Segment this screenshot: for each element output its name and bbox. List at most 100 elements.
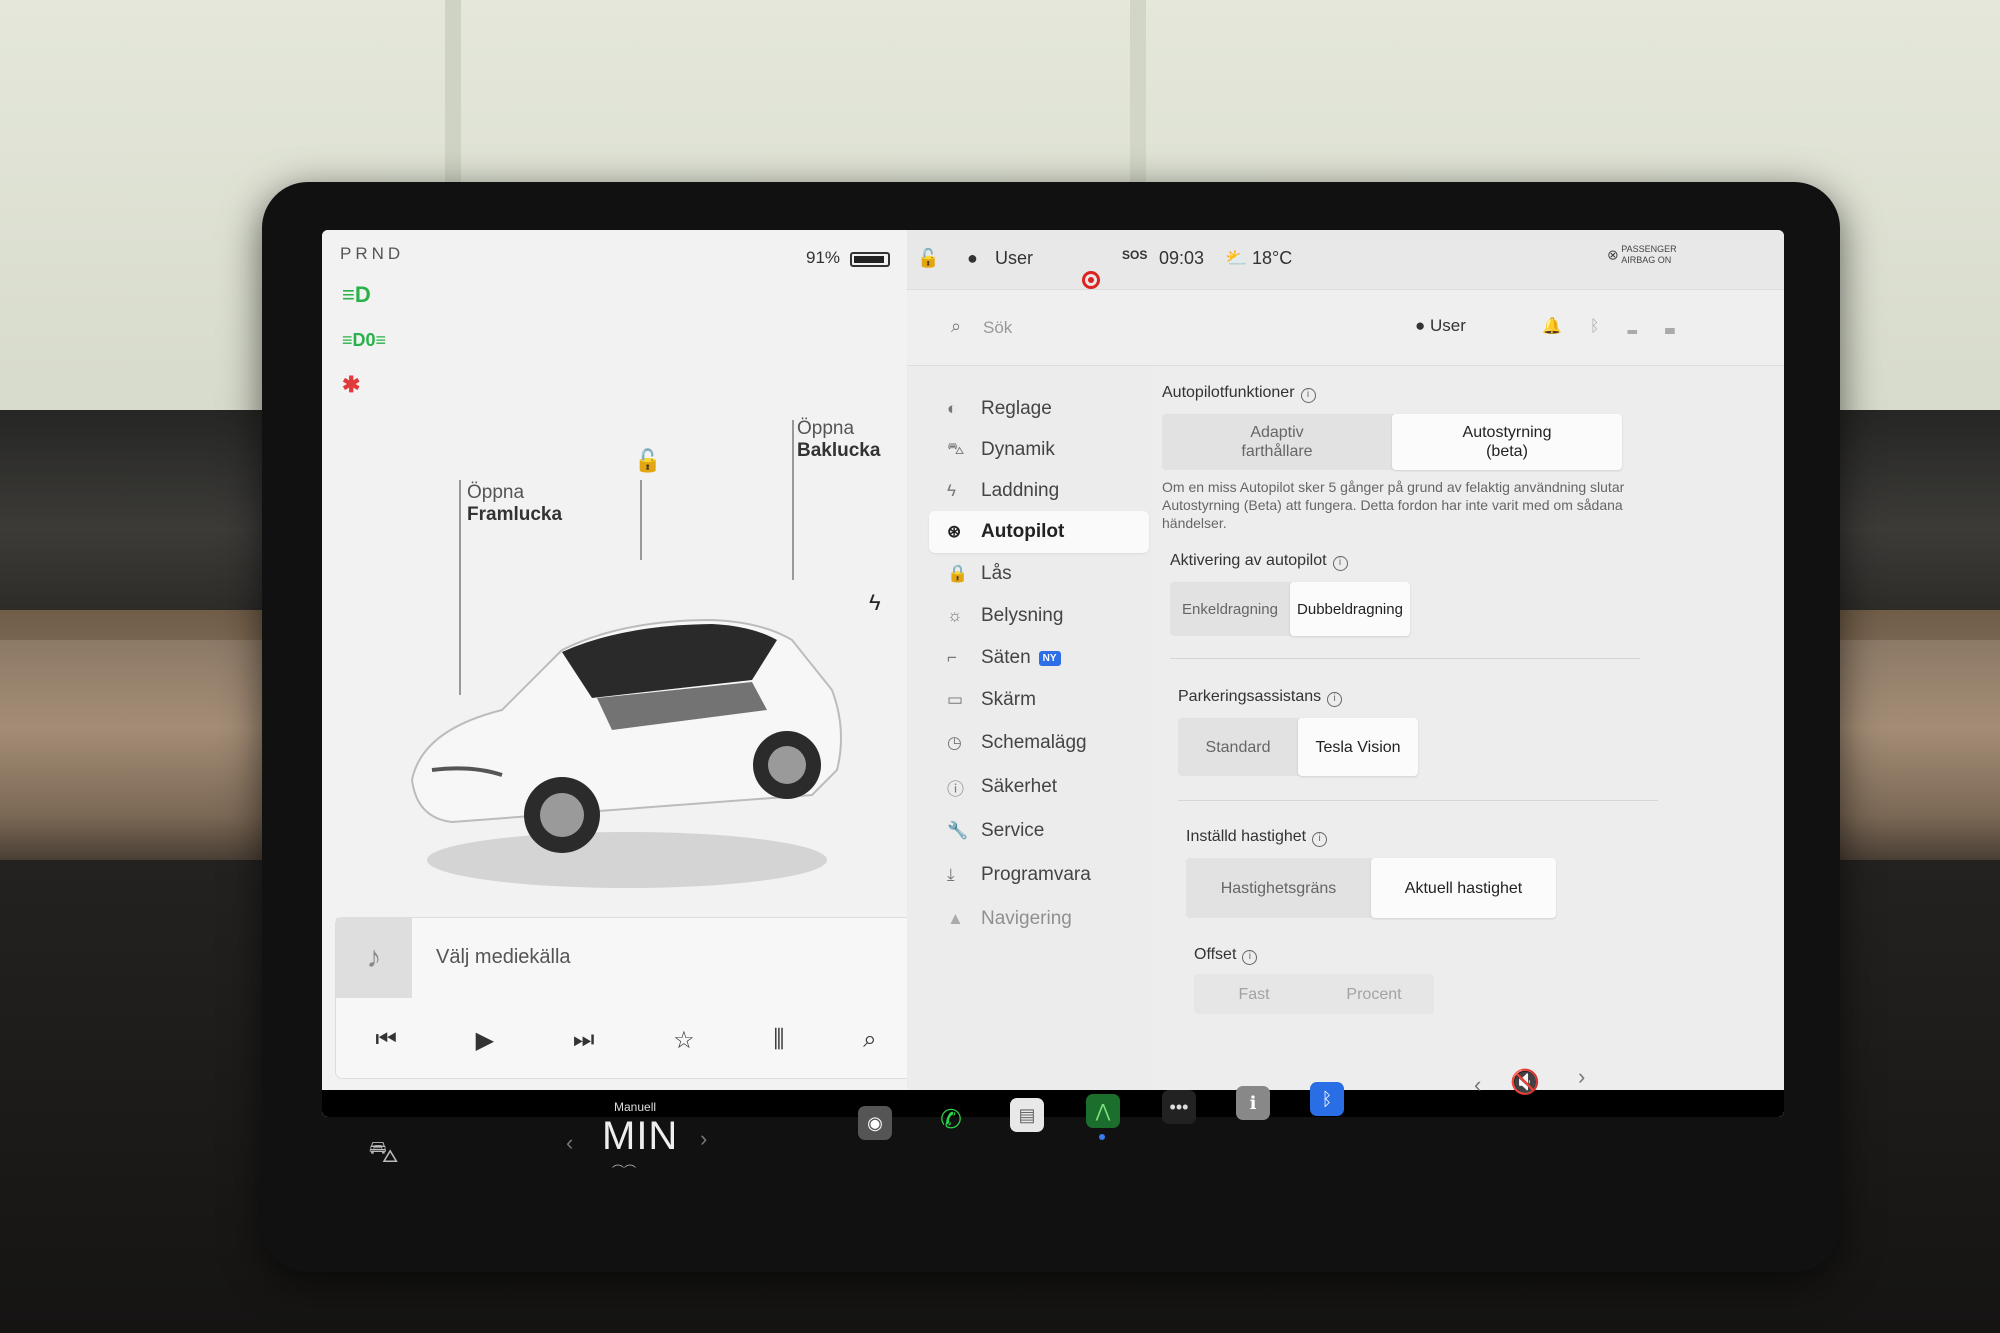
- info-icon[interactable]: i: [1332, 556, 1348, 571]
- sidebar-item-label: Laddning: [981, 480, 1060, 501]
- single-pull-option[interactable]: Enkeldragning: [1170, 582, 1290, 636]
- more-apps-icon[interactable]: •••: [1162, 1090, 1196, 1124]
- autosteer-option[interactable]: Autostyrning (beta): [1392, 414, 1622, 470]
- manual-app-icon[interactable]: ℹ: [1236, 1086, 1270, 1120]
- touchscreen: PRND 91% ≡D ≡D0≡ ✱ Öppna Framlucka 🔓 Öpp…: [322, 230, 1784, 1117]
- sidebar-item-dynamik[interactable]: ⛍ Dynamik: [947, 429, 1152, 471]
- search-icon[interactable]: ⌕: [951, 316, 961, 337]
- sidebar-item-label: Navigering: [981, 908, 1072, 929]
- speed-limit-option[interactable]: Hastighetsgräns: [1186, 858, 1371, 918]
- car-settings-icon[interactable]: ⛍: [368, 1136, 399, 1174]
- calendar-app-icon[interactable]: ▤: [1010, 1098, 1044, 1132]
- climate-increase-chevron-icon[interactable]: ›: [700, 1126, 707, 1152]
- search-input[interactable]: Sök: [983, 318, 1012, 338]
- profile-name: User: [1430, 316, 1466, 335]
- sidebar-item-las[interactable]: 🔒 Lås: [947, 553, 1152, 595]
- fixed-offset-option[interactable]: Fast: [1194, 974, 1314, 1014]
- sidebar-item-programvara[interactable]: ⤓ Programvara: [947, 854, 1152, 896]
- sidebar-item-skarm[interactable]: ▭ Skärm: [947, 679, 1152, 721]
- sidebar-item-saten[interactable]: ⌐ Säten NY: [947, 637, 1152, 679]
- sidebar-item-label: Lås: [981, 563, 1012, 584]
- climate-fan-value[interactable]: MIN: [602, 1114, 678, 1159]
- offset-toggle: Fast Procent: [1194, 974, 1434, 1014]
- camera-app-icon[interactable]: ◉: [858, 1106, 892, 1140]
- profile-name[interactable]: User: [995, 248, 1033, 269]
- download-icon: ⤓: [947, 865, 955, 884]
- sidebar-item-autopilot[interactable]: ⊛ Autopilot: [929, 511, 1149, 553]
- charge-port-icon[interactable]: ϟ: [869, 590, 881, 616]
- open-frunk-label: Öppna: [467, 482, 525, 503]
- open-frunk-button[interactable]: Öppna Framlucka: [467, 482, 562, 526]
- autopilot-settings: Autopilotfunktioner i Adaptiv farthållare …: [1152, 366, 1784, 1117]
- background-pillar: [1130, 0, 1146, 200]
- favorite-star-icon[interactable]: ☆: [673, 1026, 695, 1055]
- sidebar-item-sakerhet[interactable]: ⓘ Säkerhet: [947, 766, 1152, 808]
- lte-signal-icon: ▂▃: [1627, 318, 1703, 335]
- play-icon[interactable]: ▶: [476, 1026, 494, 1055]
- equalizer-icon[interactable]: ⫼: [773, 1026, 784, 1054]
- volume-mute-icon[interactable]: 🔇: [1510, 1068, 1540, 1097]
- new-badge: NY: [1038, 650, 1061, 666]
- media-search-icon[interactable]: ⌕: [863, 1026, 876, 1054]
- sidebar-item-reglage[interactable]: ◐ Reglage: [947, 388, 1152, 430]
- sidebar-item-label: Reglage: [981, 398, 1052, 419]
- open-trunk-button[interactable]: Öppna Baklucka: [797, 418, 880, 462]
- set-speed-toggle: Hastighetsgräns Aktuell hastighet: [1186, 858, 1556, 918]
- info-icon[interactable]: i: [1300, 388, 1316, 403]
- sidebar-item-label: Säkerhet: [981, 776, 1058, 797]
- lock-indicator-line: [640, 480, 642, 560]
- standard-option[interactable]: Standard: [1178, 718, 1298, 776]
- info-icon[interactable]: i: [1242, 950, 1258, 965]
- settings-sidebar: ◐ Reglage ⛍ Dynamik ϟ Laddning ⊛ Autopilot 🔒…: [907, 366, 1152, 1117]
- sidebar-item-laddning[interactable]: ϟ Laddning: [947, 470, 1152, 512]
- sidebar-item-label: Skärm: [981, 689, 1036, 710]
- autopilot-features-toggle: Adaptiv farthållare Autostyrning (beta): [1162, 414, 1622, 470]
- sidebar-item-label: Belysning: [981, 605, 1064, 626]
- volume-increase-chevron-icon[interactable]: ›: [1578, 1064, 1585, 1090]
- sidebar-item-label: Autopilot: [981, 521, 1065, 542]
- defrost-icon[interactable]: ⌒⌒: [612, 1162, 636, 1179]
- bottom-dock: ⛍ ‹ Manuell MIN › ⌒⌒ ◉ ✆ ▤ ⋀ ••• ℹ ᛒ ‹ 🔇…: [322, 1064, 1784, 1200]
- adaptive-cruise-option[interactable]: Adaptiv farthållare: [1162, 414, 1392, 470]
- bluetooth-app-icon[interactable]: ᛒ: [1310, 1082, 1344, 1116]
- sos-icon[interactable]: SOS: [1122, 248, 1147, 262]
- sidebar-item-schemalagg[interactable]: ◷ Schemalägg: [947, 722, 1152, 764]
- info-icon[interactable]: i: [1327, 692, 1343, 707]
- climate-decrease-chevron-icon[interactable]: ‹: [566, 1130, 573, 1156]
- activation-heading: Aktivering av autopilot i: [1170, 552, 1348, 571]
- double-pull-option[interactable]: Dubbeldragning: [1290, 582, 1410, 636]
- airbag-label: AIRBAG ON: [1621, 255, 1672, 265]
- sidebar-item-label: Schemalägg: [981, 732, 1087, 753]
- dashcam-record-icon[interactable]: [1082, 270, 1100, 289]
- outside-temperature: 18°C: [1252, 248, 1293, 268]
- section-title: Inställd hastighet: [1186, 828, 1307, 845]
- open-trunk-label: Baklucka: [797, 440, 881, 461]
- battery-icon: [850, 252, 890, 267]
- notification-bell-icon[interactable]: 🔔: [1542, 318, 1590, 335]
- tesla-vision-option[interactable]: Tesla Vision: [1298, 718, 1418, 776]
- sidebar-item-navigering[interactable]: ▲ Navigering: [947, 898, 1152, 940]
- phone-app-icon[interactable]: ✆: [934, 1102, 968, 1136]
- previous-track-icon[interactable]: ⏮: [375, 1026, 397, 1054]
- lock-status-icon[interactable]: 🔓: [917, 248, 939, 269]
- percent-offset-option[interactable]: Procent: [1314, 974, 1434, 1014]
- gear-selector: PRND: [340, 244, 405, 263]
- current-speed-option[interactable]: Aktuell hastighet: [1371, 858, 1556, 918]
- sidebar-item-label: Säten: [981, 647, 1031, 668]
- option-label: farthållare: [1241, 443, 1313, 460]
- steering-wheel-icon: ⊛: [947, 522, 962, 541]
- bluetooth-icon[interactable]: ᛒ: [1590, 318, 1628, 335]
- profile-button[interactable]: ● User: [1415, 316, 1466, 336]
- energy-app-icon[interactable]: ⋀: [1086, 1094, 1120, 1128]
- info-circle-icon: ⓘ: [947, 779, 964, 799]
- media-source-button[interactable]: Välj mediekälla: [436, 946, 571, 969]
- weather-icon: ⛅: [1225, 248, 1248, 268]
- unlock-icon[interactable]: 🔓: [634, 448, 661, 474]
- passenger-airbag-status: ⊗ PASSENGER AIRBAG ON: [1607, 244, 1677, 266]
- next-track-icon[interactable]: ⏭: [573, 1026, 595, 1054]
- volume-decrease-chevron-icon[interactable]: ‹: [1474, 1072, 1481, 1098]
- sidebar-item-belysning[interactable]: ☼ Belysning: [947, 595, 1152, 637]
- sidebar-item-label: Programvara: [981, 864, 1091, 885]
- info-icon[interactable]: i: [1312, 832, 1328, 847]
- sidebar-item-service[interactable]: 🔧 Service: [947, 810, 1152, 852]
